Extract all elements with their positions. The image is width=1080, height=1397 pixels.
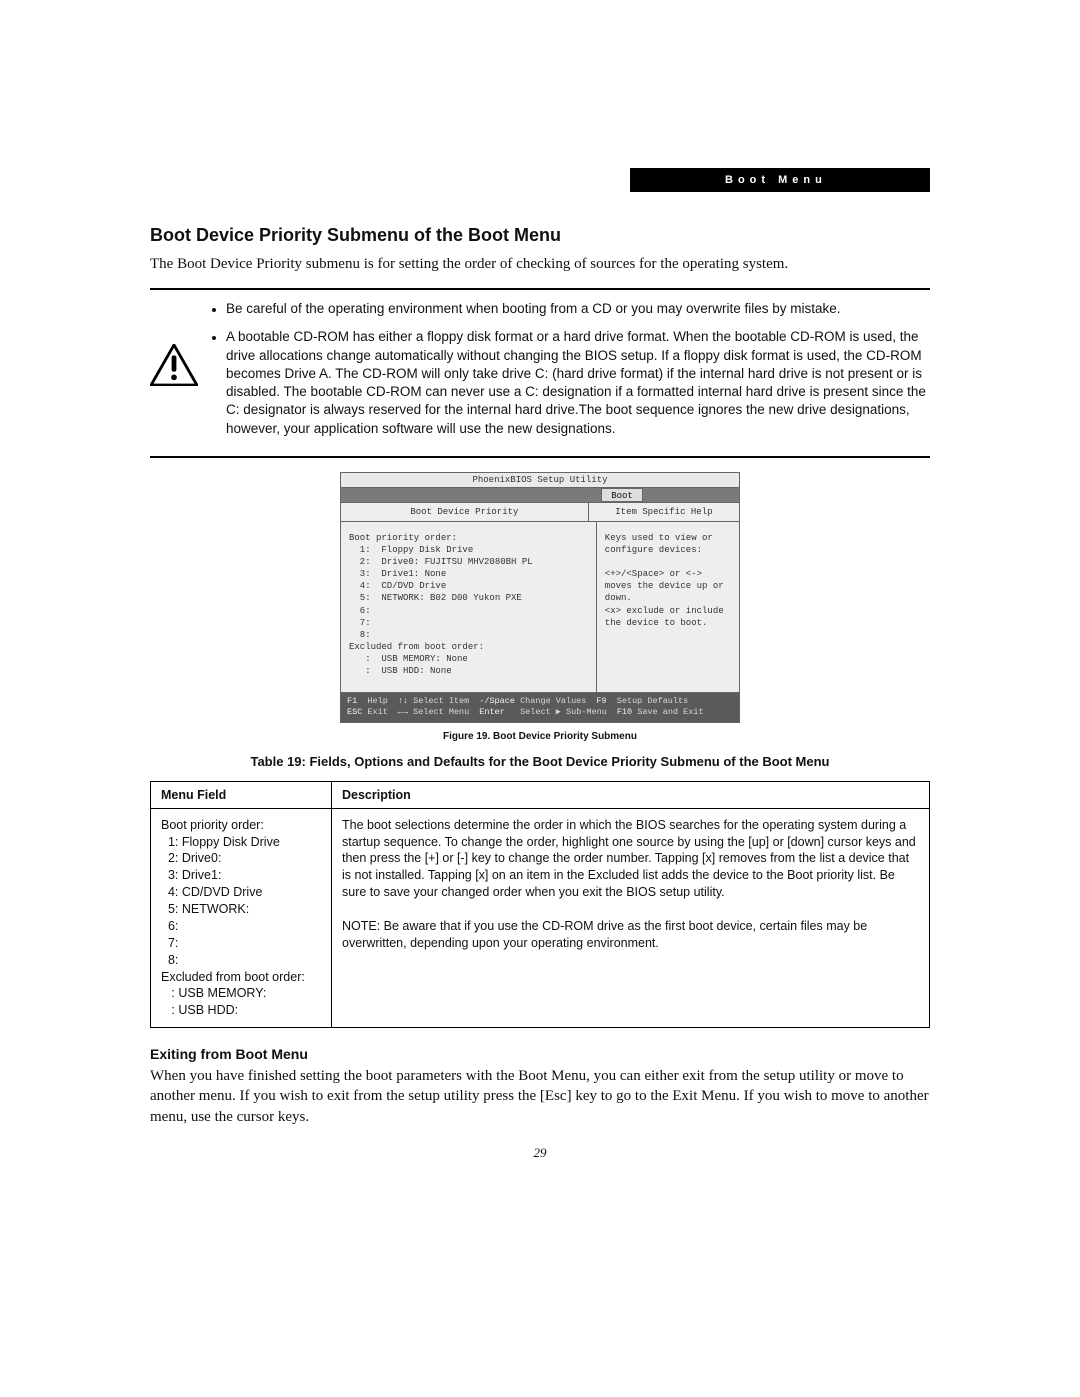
fields-table: Menu Field Description Boot priority ord… <box>150 781 930 1029</box>
bios-key-leftright: ←→ <box>398 707 408 717</box>
description-p1: The boot selections determine the order … <box>342 818 916 900</box>
table-caption: Table 19: Fields, Options and Defaults f… <box>150 754 930 769</box>
bios-body: Boot priority order: 1: Floppy Disk Driv… <box>340 522 740 693</box>
table-header-menu-field: Menu Field <box>151 781 332 808</box>
exit-heading: Exiting from Boot Menu <box>150 1046 930 1062</box>
figure-caption: Figure 19. Boot Device Priority Submenu <box>150 731 930 742</box>
table-cell-menu-field: Boot priority order: 1: Floppy Disk Driv… <box>151 808 332 1028</box>
bios-key-f9-label: Setup Defaults <box>617 696 688 706</box>
warning-icon <box>150 296 210 386</box>
section-tab-label: Boot Menu <box>725 174 827 186</box>
bios-key-f1-label: Help <box>367 696 387 706</box>
bios-key-space-label: Change Values <box>520 696 586 706</box>
bios-right-header: Item Specific Help <box>589 502 739 522</box>
section-tab: Boot Menu <box>630 168 930 192</box>
caution-body: Be careful of the operating environment … <box>210 296 930 448</box>
page-number: 29 <box>150 1145 930 1161</box>
caution-callout: Be careful of the operating environment … <box>150 290 930 456</box>
page: Boot Menu Boot Device Priority Submenu o… <box>0 0 1080 1397</box>
bios-key-esc: ESC <box>347 707 362 717</box>
bios-key-esc-label: Exit <box>367 707 387 717</box>
bios-footer: F1 Help ↑↓ Select Item -/Space Change Va… <box>340 693 740 723</box>
description-p2: NOTE: Be aware that if you use the CD-RO… <box>342 919 867 950</box>
bios-active-tab: Boot <box>601 488 643 502</box>
bios-boot-order: Boot priority order: 1: Floppy Disk Driv… <box>341 522 597 692</box>
bios-key-f10-label: Save and Exit <box>637 707 703 717</box>
bios-key-enter: Enter <box>479 707 505 717</box>
bios-key-updown: ↑↓ <box>398 696 408 706</box>
table-header-description: Description <box>332 781 930 808</box>
caution-item: A bootable CD-ROM has either a floppy di… <box>226 328 930 437</box>
bios-key-updown-label: Select Item <box>413 696 469 706</box>
section-heading: Boot Device Priority Submenu of the Boot… <box>150 225 930 246</box>
table-row: Boot priority order: 1: Floppy Disk Driv… <box>151 808 930 1028</box>
bios-key-f1: F1 <box>347 696 357 706</box>
bios-help-text: Keys used to view or configure devices: … <box>597 522 739 692</box>
caution-item: Be careful of the operating environment … <box>226 300 930 318</box>
bios-key-f10: F10 <box>617 707 632 717</box>
rule-bottom <box>150 456 930 458</box>
bios-key-enter-label: Select ▶ Sub-Menu <box>520 707 607 717</box>
bios-key-f9: F9 <box>596 696 606 706</box>
bios-title: PhoenixBIOS Setup Utility <box>340 472 740 488</box>
bios-key-leftright-label: Select Menu <box>413 707 469 717</box>
bios-left-header: Boot Device Priority <box>341 502 589 522</box>
section-intro: The Boot Device Priority submenu is for … <box>150 254 930 274</box>
bios-screenshot: PhoenixBIOS Setup Utility Boot Boot Devi… <box>340 472 740 723</box>
bios-tabbar: Boot <box>340 488 740 502</box>
table-cell-description: The boot selections determine the order … <box>332 808 930 1028</box>
bios-key-space: -/Space <box>479 696 515 706</box>
exit-body: When you have finished setting the boot … <box>150 1066 930 1127</box>
bios-column-headers: Boot Device Priority Item Specific Help <box>340 502 740 522</box>
